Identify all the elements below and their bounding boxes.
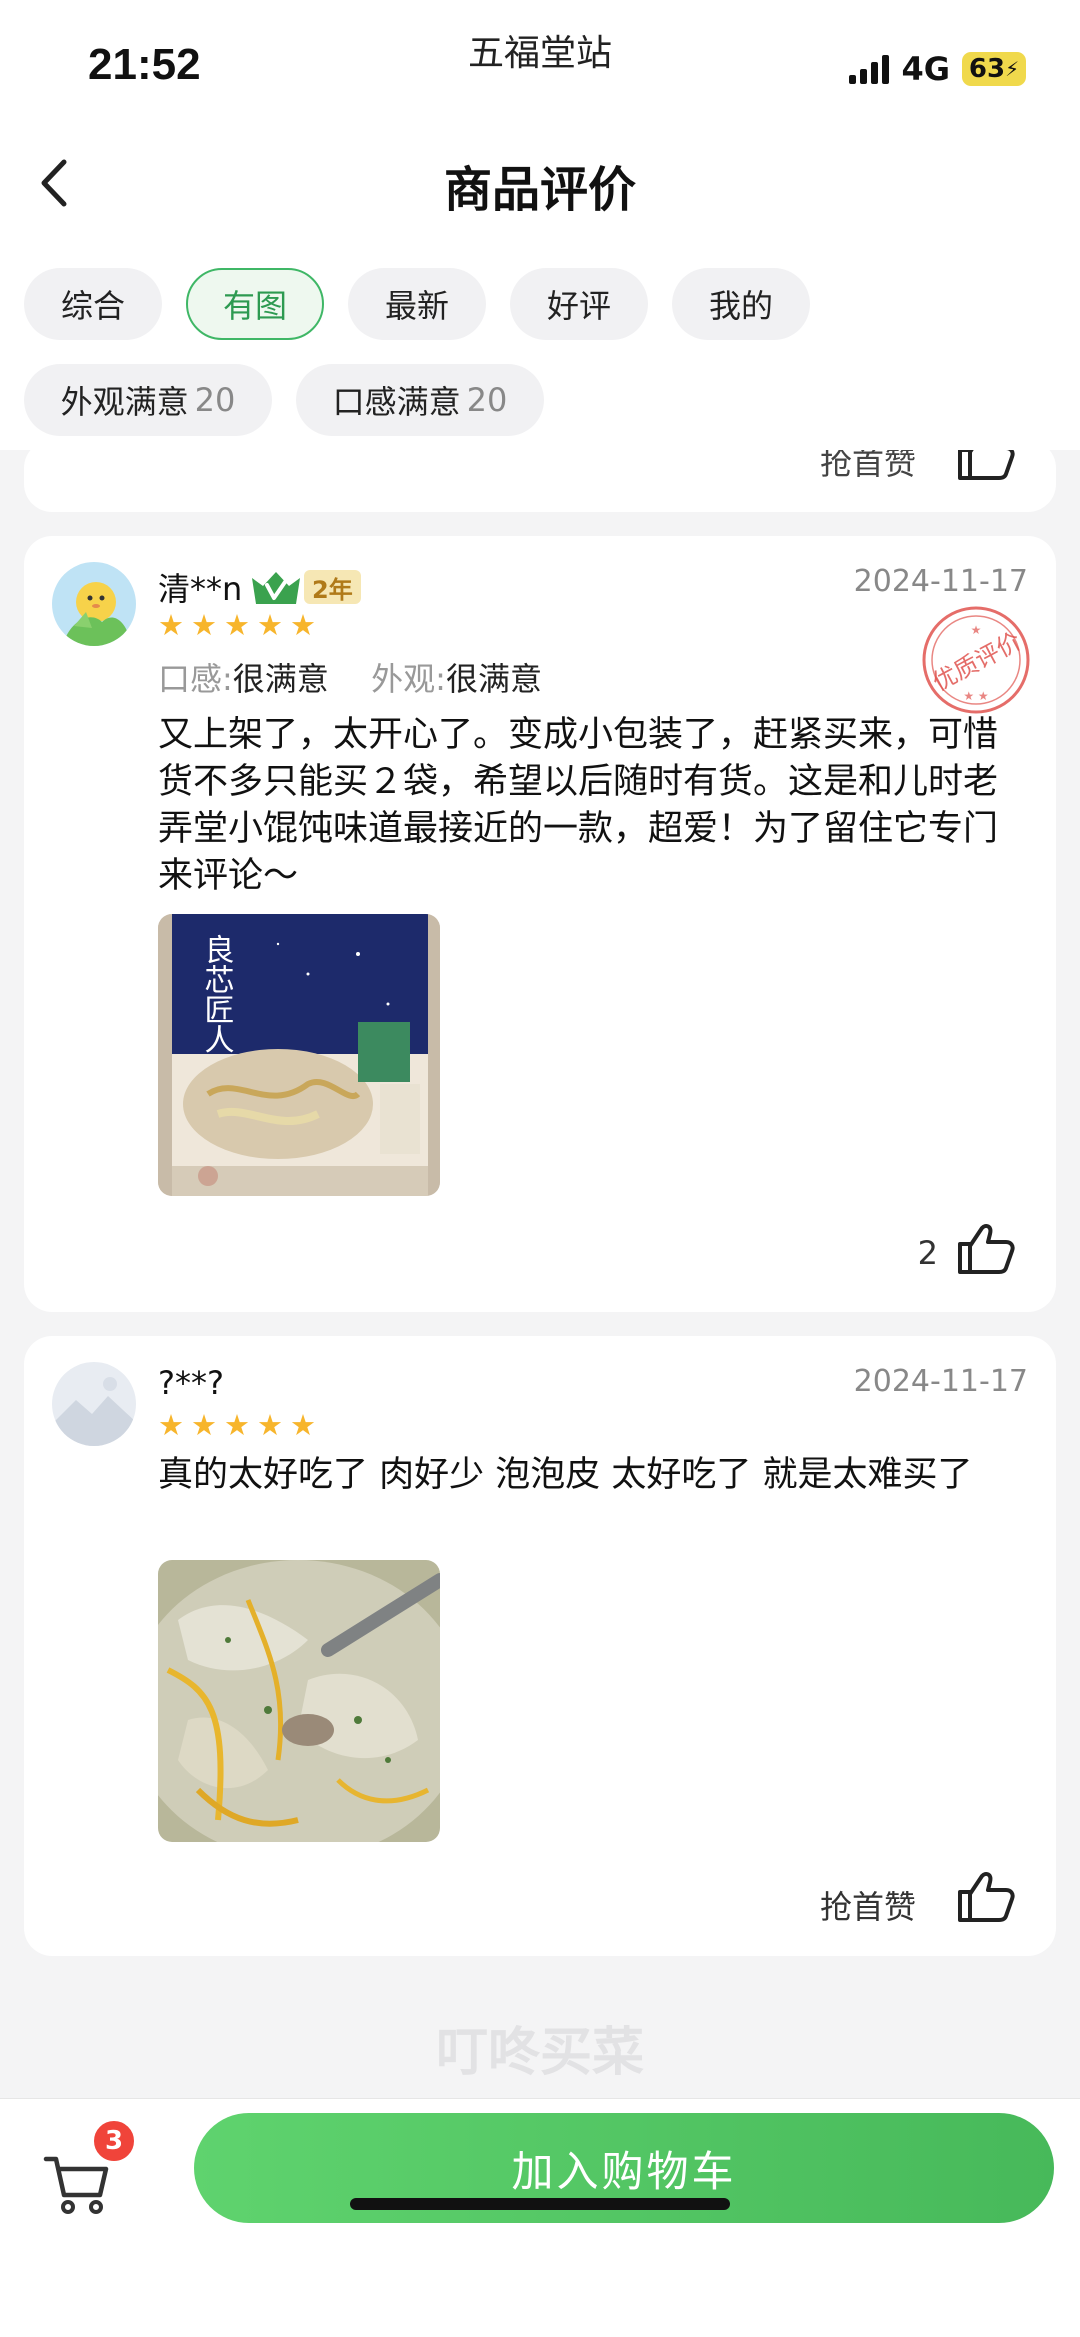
star-icon: ★: [257, 1408, 283, 1442]
filter-chip-all[interactable]: 综合: [24, 268, 162, 340]
status-indicators: 4G 63 ⚡: [849, 50, 1026, 88]
quality-review-seal: 优质评价 ★ ★ ★: [922, 606, 1030, 714]
username: 清**n: [158, 570, 243, 608]
star-icon: ★: [191, 1408, 217, 1442]
watermark-text: 叮咚买菜: [436, 2023, 644, 2083]
tag-label: 外观满意: [60, 383, 189, 421]
review-card: ?**? 2024-11-17 ★ ★ ★ ★ ★ 真的太好吃了 肉好少 泡泡皮 太好吃…: [24, 1336, 1056, 1956]
crown-v-icon: [252, 572, 300, 604]
star-icon: ★: [224, 608, 250, 642]
svg-text:★: ★: [971, 623, 982, 637]
attribute-value: 很满意: [445, 660, 542, 698]
network-type: 4G: [901, 50, 950, 88]
brand-watermark: 叮咚买菜: [436, 2023, 644, 2083]
first-like-label[interactable]: 抢首赞: [820, 1882, 916, 1928]
review-text: 真的太好吃了 肉好少 泡泡皮 太好吃了 就是太难买了: [158, 1455, 973, 1495]
avatar-placeholder-image: [52, 1362, 136, 1446]
like-count: 2: [917, 1234, 938, 1272]
battery-level: 63: [968, 54, 1006, 84]
avatar[interactable]: [52, 562, 136, 646]
chip-label: 有图: [222, 287, 287, 325]
avatar-image: [52, 562, 136, 646]
filter-chip-mine[interactable]: 我的: [672, 268, 810, 340]
chip-label: 我的: [708, 287, 773, 325]
attribute-key: 外观:: [371, 660, 446, 698]
tag-count: 20: [194, 381, 236, 419]
home-indicator[interactable]: [350, 2198, 730, 2210]
chip-label: 好评: [546, 287, 611, 325]
review-text: 又上架了，太开心了。变成小包装了，赶紧买来，可惜货不多只能买２袋，希望以后随时有…: [158, 715, 999, 896]
review-date: 2024-11-17: [853, 1364, 1028, 1399]
star-icon: ★: [224, 1408, 250, 1442]
battery-icon: 63 ⚡: [962, 52, 1026, 86]
star-icon: ★: [290, 1408, 316, 1442]
tag-count: 20: [466, 381, 508, 419]
tag-label: 口感满意: [332, 383, 461, 421]
member-years-badge: 2年: [304, 570, 361, 604]
star-icon: ★: [257, 608, 283, 642]
chip-label: 最新: [384, 287, 449, 325]
review-attributes: 口感:很满意 外观:很满意: [158, 654, 542, 700]
package-photo-image: 良芯匠人: [158, 914, 440, 1196]
chip-label: 综合: [60, 287, 125, 325]
attribute-value: 很满意: [232, 660, 329, 698]
avatar[interactable]: [52, 1362, 136, 1446]
wonton-photo-image: [158, 1560, 440, 1842]
filter-chip-latest[interactable]: 最新: [348, 268, 486, 340]
attribute-key: 口感:: [158, 660, 233, 698]
star-icon: ★: [191, 608, 217, 642]
review-date: 2024-11-17: [853, 564, 1028, 599]
filter-chip-positive[interactable]: 好评: [510, 268, 648, 340]
bottom-action-bar: 3 加入购物车: [0, 2098, 1080, 2337]
thumbs-up-icon[interactable]: [956, 1870, 1016, 1924]
review-photo[interactable]: [158, 1560, 440, 1842]
package-brand-text: 良芯匠人: [199, 934, 234, 1054]
tag-chip-taste[interactable]: 口感满意 20: [296, 364, 544, 436]
thumbs-up-icon[interactable]: [956, 1222, 1016, 1276]
page-title: 商品评价: [443, 162, 636, 218]
star-rating: ★ ★ ★ ★ ★: [158, 610, 316, 640]
star-icon: ★: [158, 608, 184, 642]
signal-icon: [849, 54, 890, 84]
tag-chip-appearance[interactable]: 外观满意 20: [24, 364, 272, 436]
review-card: 清**n 2年 2024-11-17 优质评价 ★ ★ ★ ★ ★ ★ ★ ★ 口感:很…: [24, 536, 1056, 1312]
review-photo[interactable]: 良芯匠人: [158, 914, 440, 1196]
previous-review-card: 抢首赞: [24, 440, 1056, 512]
cart-count-badge: 3: [92, 2119, 136, 2163]
star-icon: ★: [158, 1408, 184, 1442]
header-area: 21:52 五福堂站 4G 63 ⚡ 商品评价 综合 有图 最新 好评 我的 外观…: [0, 0, 1080, 450]
svg-text:★ ★: ★ ★: [963, 689, 988, 703]
star-rating: ★ ★ ★ ★ ★: [158, 1410, 316, 1440]
star-icon: ★: [290, 608, 316, 642]
filter-chip-with-photo[interactable]: 有图: [186, 268, 324, 340]
username: ?**?: [158, 1364, 224, 1402]
